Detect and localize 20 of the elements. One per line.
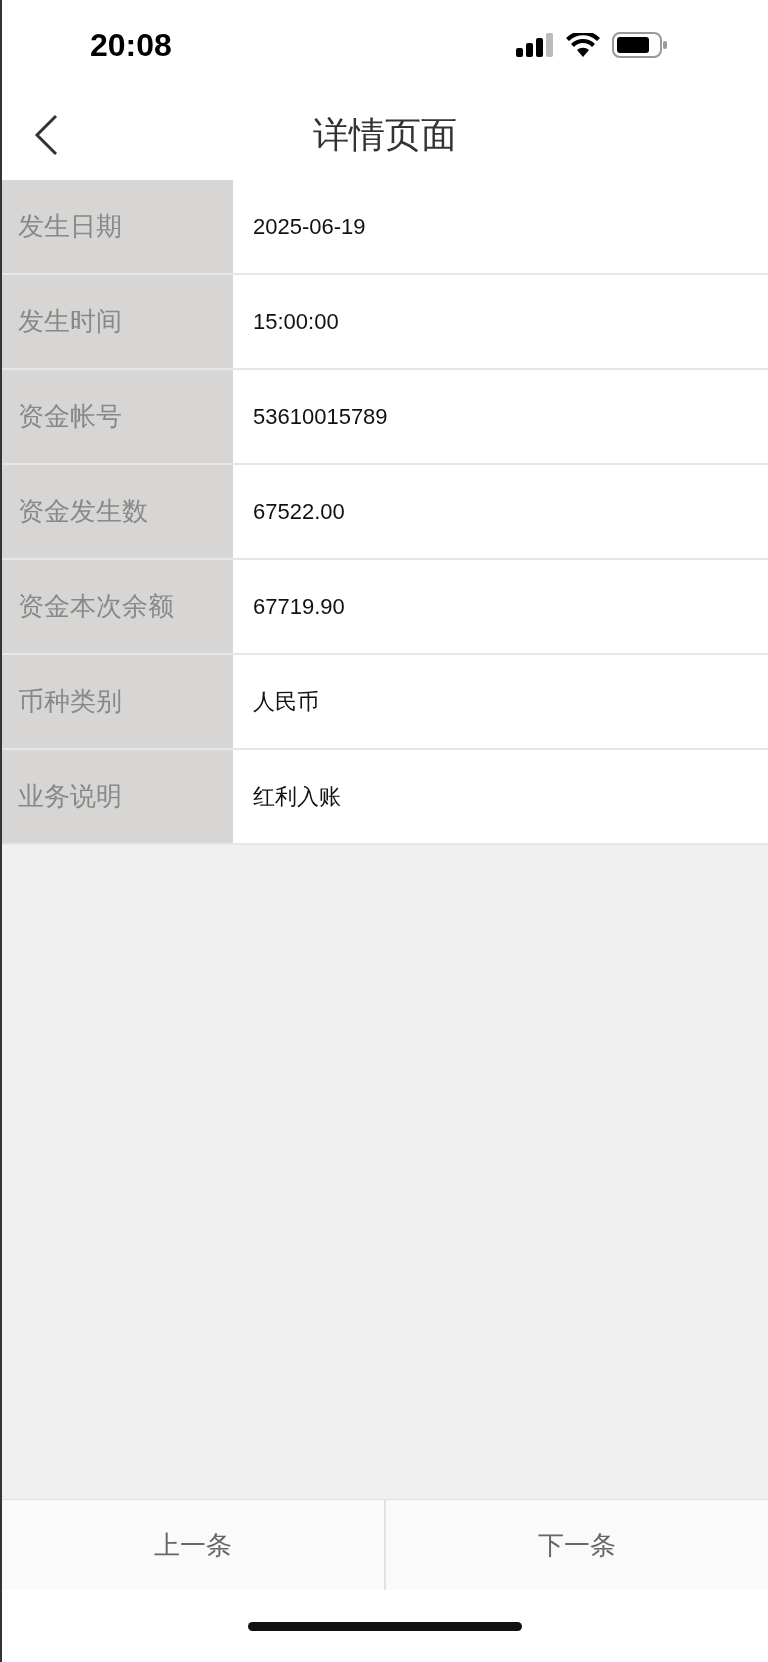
field-label: 业务说明	[18, 780, 122, 813]
field-label: 发生时间	[18, 305, 122, 338]
field-value: 人民币	[253, 687, 319, 716]
field-label: 币种类别	[18, 685, 122, 718]
field-label: 资金发生数	[18, 495, 148, 528]
field-label: 发生日期	[18, 210, 122, 243]
field-value: 67522.00	[253, 498, 345, 525]
field-value: 2025-06-19	[253, 213, 366, 240]
field-value: 红利入账	[253, 782, 341, 811]
field-value: 15:00:00	[253, 308, 339, 335]
wifi-icon	[566, 33, 600, 57]
signal-icon	[516, 33, 554, 57]
status-time: 20:08	[90, 26, 172, 64]
field-label: 资金本次余额	[18, 590, 174, 623]
page-title: 详情页面	[313, 112, 457, 157]
back-chevron-icon	[34, 114, 58, 156]
field-value: 53610015789	[253, 403, 388, 430]
battery-icon	[612, 32, 668, 58]
field-value: 67719.90	[253, 593, 345, 620]
field-label: 资金帐号	[18, 400, 122, 433]
